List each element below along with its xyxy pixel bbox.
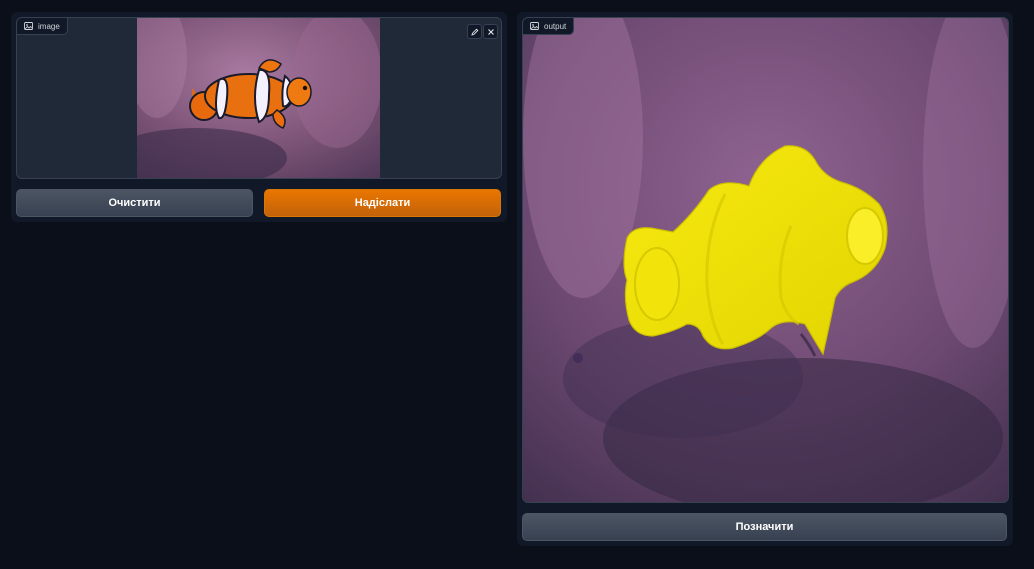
output-label-text: output	[544, 21, 567, 31]
output-image: output	[522, 17, 1009, 503]
submit-button[interactable]: Надіслати	[264, 189, 501, 217]
image-input-label-text: image	[38, 21, 60, 31]
input-panel: image Очистити Надіслати	[11, 12, 507, 222]
segmentation-mask-output	[523, 18, 1008, 502]
clear-button[interactable]: Очистити	[16, 189, 253, 217]
output-panel: output Позначити	[517, 12, 1013, 546]
flag-button[interactable]: Позначити	[522, 513, 1007, 541]
image-icon	[24, 22, 33, 30]
image-icon	[530, 22, 539, 30]
clownfish-photo	[137, 18, 380, 178]
image-input[interactable]: image	[16, 17, 502, 179]
image-input-label: image	[17, 18, 68, 35]
close-icon[interactable]	[483, 24, 498, 39]
pencil-icon[interactable]	[467, 24, 482, 39]
output-label: output	[523, 18, 575, 35]
